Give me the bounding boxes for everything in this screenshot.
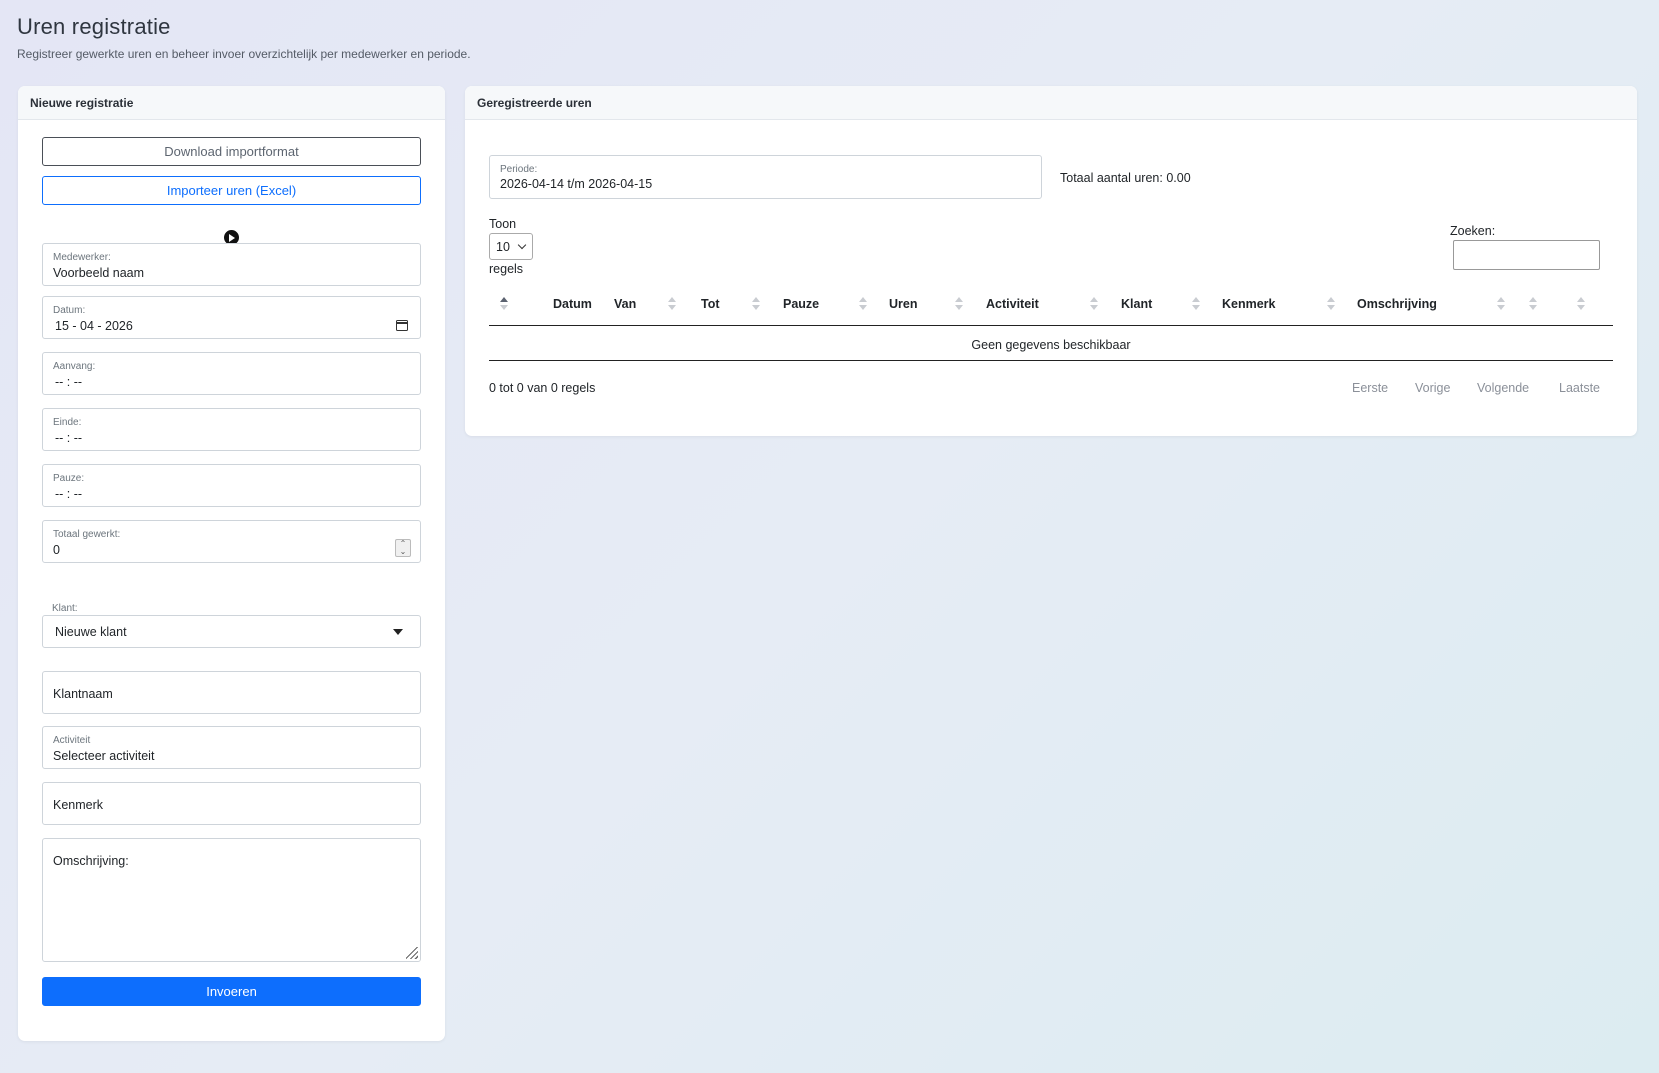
employee-label: Medewerker: — [53, 252, 111, 263]
activity-field[interactable]: Activiteit Selecteer activiteit — [42, 726, 421, 769]
page-subtitle: Registreer gewerkte uren en beheer invoe… — [17, 47, 471, 61]
page-length-select[interactable]: 10 — [489, 233, 533, 260]
column-header-kenmerk[interactable]: Kenmerk — [1222, 297, 1276, 311]
calendar-icon[interactable] — [396, 320, 408, 331]
end-time-value: -- : -- — [55, 431, 83, 445]
show-label: Toon — [489, 217, 517, 231]
period-label: Periode: — [500, 164, 538, 175]
sort-icon[interactable] — [752, 296, 760, 312]
description-placeholder: Omschrijving: — [53, 854, 129, 868]
search-input[interactable] — [1453, 240, 1600, 270]
sort-icon[interactable] — [1577, 296, 1585, 312]
pause-label: Pauze: — [53, 473, 85, 484]
activity-value: Selecteer activiteit — [53, 749, 155, 763]
card-header-new-registration: Nieuwe registratie — [18, 86, 445, 120]
submit-button[interactable]: Invoeren — [42, 977, 421, 1006]
start-time-field[interactable]: Aanvang: -- : -- — [42, 352, 421, 395]
employee-value: Voorbeeld naam — [53, 266, 145, 280]
date-field[interactable]: Datum: 15 - 04 - 2026 — [42, 296, 421, 339]
client-name-placeholder: Klantnaam — [53, 687, 113, 701]
sort-icon[interactable] — [1529, 296, 1537, 312]
column-header-van[interactable]: Van — [614, 297, 636, 311]
pagination-last[interactable]: Laatste — [1559, 381, 1600, 395]
table-header-divider — [489, 325, 1613, 326]
pause-value: -- : -- — [55, 487, 83, 501]
start-time-label: Aanvang: — [53, 361, 96, 372]
employee-field[interactable]: Medewerker: Voorbeeld naam — [42, 243, 421, 286]
period-value: 2026-04-14 t/m 2026-04-15 — [500, 177, 653, 191]
date-label: Datum: — [53, 305, 86, 316]
page-title: Uren registratie — [17, 14, 171, 39]
column-header-datum[interactable]: Datum — [553, 297, 592, 311]
sort-icon[interactable] — [955, 296, 963, 312]
end-time-label: Einde: — [53, 417, 82, 428]
total-worked-value: 0 — [53, 543, 60, 557]
sort-icon[interactable] — [1497, 296, 1505, 312]
description-textarea[interactable]: Omschrijving: — [42, 838, 421, 962]
sort-icon[interactable] — [500, 296, 508, 312]
client-select[interactable]: Nieuwe klant — [42, 615, 421, 648]
card-header-registered-hours: Geregistreerde uren — [465, 86, 1637, 120]
client-selected-value: Nieuwe klant — [55, 625, 127, 639]
pagination-next[interactable]: Volgende — [1477, 381, 1529, 395]
sort-icon[interactable] — [1192, 296, 1200, 312]
sort-icon[interactable] — [859, 296, 867, 312]
column-header-uren[interactable]: Uren — [889, 297, 917, 311]
resize-handle-icon[interactable] — [406, 947, 418, 959]
sort-icon[interactable] — [1327, 296, 1335, 312]
pause-field[interactable]: Pauze: -- : -- — [42, 464, 421, 507]
pagination-previous[interactable]: Vorige — [1415, 381, 1450, 395]
caret-down-icon — [393, 629, 403, 635]
new-registration-card: Nieuwe registratie Download importformat… — [18, 86, 445, 1041]
download-import-format-button[interactable]: Download importformat — [42, 137, 421, 166]
total-worked-label: Totaal gewerkt: — [53, 529, 121, 540]
reference-input[interactable]: Kenmerk — [42, 782, 421, 825]
column-header-pauze[interactable]: Pauze — [783, 297, 819, 311]
total-hours-text: Totaal aantal uren: 0.00 — [1060, 171, 1191, 185]
end-time-field[interactable]: Einde: -- : -- — [42, 408, 421, 451]
reference-placeholder: Kenmerk — [53, 798, 104, 812]
column-header-omschrijving[interactable]: Omschrijving — [1357, 297, 1437, 311]
column-header-tot[interactable]: Tot — [701, 297, 720, 311]
rows-label: regels — [489, 262, 524, 276]
sort-icon[interactable] — [1090, 296, 1098, 312]
period-field[interactable]: Periode: 2026-04-14 t/m 2026-04-15 — [489, 155, 1042, 199]
start-time-value: -- : -- — [55, 375, 83, 389]
table-bottom-divider — [489, 360, 1613, 361]
activity-label: Activiteit — [53, 735, 91, 746]
search-label: Zoeken: — [1450, 224, 1496, 238]
column-header-klant[interactable]: Klant — [1121, 297, 1152, 311]
pagination-first[interactable]: Eerste — [1352, 381, 1388, 395]
table-info: 0 tot 0 van 0 regels — [489, 381, 596, 395]
total-worked-field[interactable]: Totaal gewerkt: 0 ⌃ ⌄ — [42, 520, 421, 563]
registered-hours-card: Geregistreerde uren Periode: 2026-04-14 … — [465, 86, 1637, 436]
column-header-activiteit[interactable]: Activiteit — [986, 297, 1039, 311]
sort-icon[interactable] — [668, 296, 676, 312]
chevron-down-icon — [517, 240, 527, 250]
page-length-value: 10 — [496, 240, 510, 254]
client-name-input[interactable]: Klantnaam — [42, 671, 421, 714]
import-hours-button[interactable]: Importeer uren (Excel) — [42, 176, 421, 205]
page-header: Uren registratie Registreer gewerkte ure… — [17, 14, 471, 61]
stepper-icon[interactable]: ⌃ ⌄ — [395, 539, 411, 557]
client-label: Klant: — [52, 603, 78, 614]
table-empty-row: Geen gegevens beschikbaar — [971, 338, 1131, 352]
date-value: 15 - 04 - 2026 — [55, 319, 133, 333]
